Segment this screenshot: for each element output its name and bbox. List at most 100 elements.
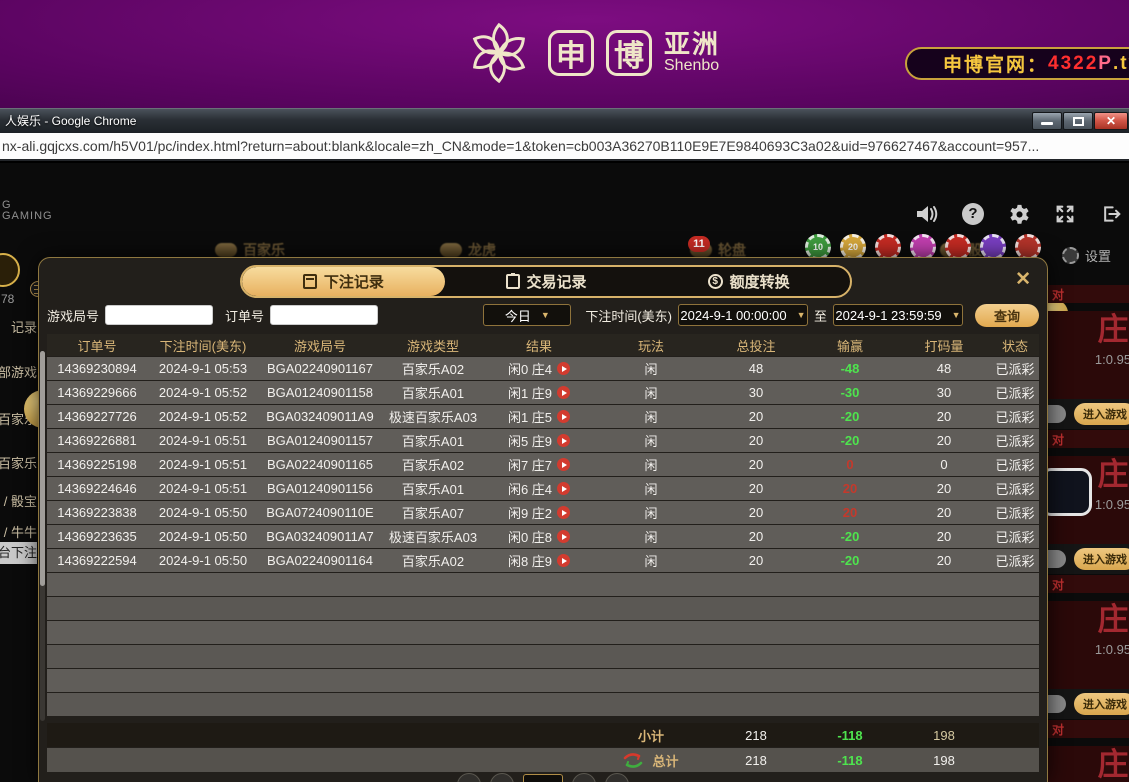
notification-badge: 11 xyxy=(688,236,710,252)
result-text: 闲0 庄4 xyxy=(508,359,552,378)
to-datetime-select[interactable]: 2024-9-1 23:59:59▼ xyxy=(833,304,963,326)
browser-urlbar[interactable]: nx-ali.gqjcxs.com/h5V01/pc/index.html?re… xyxy=(0,133,1129,161)
cell-rolling: 20 xyxy=(897,433,991,448)
result-text: 闲1 庄9 xyxy=(508,383,552,402)
replay-video-button[interactable] xyxy=(557,458,570,471)
order-input[interactable] xyxy=(270,305,378,325)
cell-status: 已派彩 xyxy=(991,407,1039,426)
cell-play: 闲 xyxy=(593,503,709,522)
cell-time: 2024-9-1 05:50 xyxy=(147,553,259,568)
replay-video-button[interactable] xyxy=(557,386,570,399)
cell-bet: 20 xyxy=(709,409,803,424)
sidebar-item[interactable]: 部游戏 xyxy=(0,363,37,383)
cell-win: 0 xyxy=(803,457,897,472)
bet-table: 订单号下注时间(美东)游戏局号游戏类型结果玩法总投注输赢打码量状态 143692… xyxy=(47,334,1039,716)
table-scrollbar[interactable] xyxy=(40,351,45,721)
help-icon[interactable]: ? xyxy=(961,202,985,226)
empty-table-row xyxy=(47,573,1039,596)
cell-type: 极速百家乐A03 xyxy=(381,527,485,546)
replay-video-button[interactable] xyxy=(557,410,570,423)
first-page-button[interactable]: « xyxy=(457,773,481,782)
search-button[interactable]: 查询 xyxy=(975,304,1039,327)
total-label: 总计 xyxy=(652,751,678,770)
volume-icon[interactable] xyxy=(915,202,939,226)
column-header: 订单号 xyxy=(47,336,147,355)
banker-label: 庄 xyxy=(1048,746,1129,782)
cell-order: 14369229666 xyxy=(47,385,147,400)
cell-round: BGA032409011A7 xyxy=(259,529,381,544)
tab-bet-records[interactable]: 下注记录 xyxy=(242,267,445,296)
cell-order: 14369226881 xyxy=(47,433,147,448)
cell-result: 闲5 庄9 xyxy=(485,431,593,450)
result-text: 闲8 庄9 xyxy=(508,551,552,570)
replay-video-button[interactable] xyxy=(557,434,570,447)
cell-play: 闲 xyxy=(593,431,709,450)
banker-label: 庄 xyxy=(1048,601,1129,638)
gear-icon[interactable] xyxy=(1007,202,1031,226)
sidebar-item[interactable]: 盘 / 骰宝 xyxy=(0,492,37,512)
enter-game-button[interactable]: 进入游戏 xyxy=(1074,693,1129,715)
cell-round: BGA02240901164 xyxy=(259,553,381,568)
cell-result: 闲0 庄4 xyxy=(485,359,593,378)
next-page-button[interactable]: › xyxy=(572,773,596,782)
game-round-input[interactable] xyxy=(105,305,213,325)
cell-type: 百家乐A07 xyxy=(381,503,485,522)
cell-status: 已派彩 xyxy=(991,527,1039,546)
flower-icon xyxy=(462,16,536,90)
cell-time: 2024-9-1 05:52 xyxy=(147,409,259,424)
replay-video-button[interactable] xyxy=(557,554,570,567)
game-category-icon xyxy=(440,243,462,257)
cell-order: 14369222594 xyxy=(47,553,147,568)
replay-video-button[interactable] xyxy=(557,530,570,543)
banker-label: 庄 xyxy=(1048,311,1129,348)
banker-odds: 1:0.95 xyxy=(1048,352,1129,367)
tab-quota-transfer[interactable]: $额度转换 xyxy=(647,267,850,296)
bet-table-body: 143692308942024-9-1 05:53BGA02240901167百… xyxy=(47,357,1039,716)
cell-round: BGA01240901156 xyxy=(259,481,381,496)
replay-video-button[interactable] xyxy=(557,506,570,519)
last-page-button[interactable]: » xyxy=(605,773,629,782)
cell-win: 20 xyxy=(803,505,897,520)
cell-result: 闲9 庄2 xyxy=(485,503,593,522)
avatar[interactable] xyxy=(0,253,20,287)
url-text[interactable]: nx-ali.gqjcxs.com/h5V01/pc/index.html?re… xyxy=(2,133,1039,159)
cell-status: 已派彩 xyxy=(991,503,1039,522)
scrollbar-thumb[interactable] xyxy=(40,351,45,586)
sidebar-item[interactable]: 台下注 xyxy=(0,542,37,564)
from-datetime-select[interactable]: 2024-9-1 00:00:00▼ xyxy=(678,304,808,326)
cell-time: 2024-9-1 05:53 xyxy=(147,361,259,376)
sidebar-item[interactable]: 色百家乐 xyxy=(0,454,37,474)
cell-status: 已派彩 xyxy=(991,359,1039,378)
prev-page-button[interactable]: ‹ xyxy=(490,773,514,782)
cell-round: BGA02240901167 xyxy=(259,361,381,376)
page-number-box[interactable] xyxy=(523,774,563,782)
replay-video-button[interactable] xyxy=(557,362,570,375)
result-text: 闲6 庄4 xyxy=(508,479,552,498)
chevron-down-icon: ▼ xyxy=(797,310,806,320)
enter-game-button[interactable]: 进入游戏 xyxy=(1074,403,1129,425)
close-icon[interactable]: ✕ xyxy=(1015,268,1031,291)
banker-odds: 1:0.95 xyxy=(1048,642,1129,657)
table-row: 143692268812024-9-1 05:51BGA01240901157百… xyxy=(47,429,1039,452)
tab-transaction-records[interactable]: 交易记录 xyxy=(445,267,648,296)
cell-result: 闲7 庄7 xyxy=(485,455,593,474)
chevron-down-icon: ▼ xyxy=(541,310,550,320)
column-header: 总投注 xyxy=(709,336,803,355)
date-range-select[interactable]: 今日▼ xyxy=(483,304,571,326)
total-rolling: 198 xyxy=(897,753,991,768)
cell-play: 闲 xyxy=(593,551,709,570)
order-label: 订单号 xyxy=(225,306,264,325)
cell-rolling: 20 xyxy=(897,481,991,496)
browser-titlebar: 人娱乐 - Google Chrome ✕ xyxy=(0,108,1129,133)
logo-char-box: 博 xyxy=(606,30,652,76)
cell-rolling: 20 xyxy=(897,529,991,544)
sidebar-item[interactable]: 虎 / 牛牛 xyxy=(0,523,37,543)
enter-game-button[interactable]: 进入游戏 xyxy=(1074,548,1129,570)
cell-win: -20 xyxy=(803,529,897,544)
replay-video-button[interactable] xyxy=(557,482,570,495)
result-text: 闲0 庄8 xyxy=(508,527,552,546)
cell-order: 14369230894 xyxy=(47,361,147,376)
sidebar-item[interactable]: 记录 xyxy=(0,318,37,338)
cell-type: 百家乐A01 xyxy=(381,383,485,402)
pair-label: 对 xyxy=(1052,721,1064,738)
